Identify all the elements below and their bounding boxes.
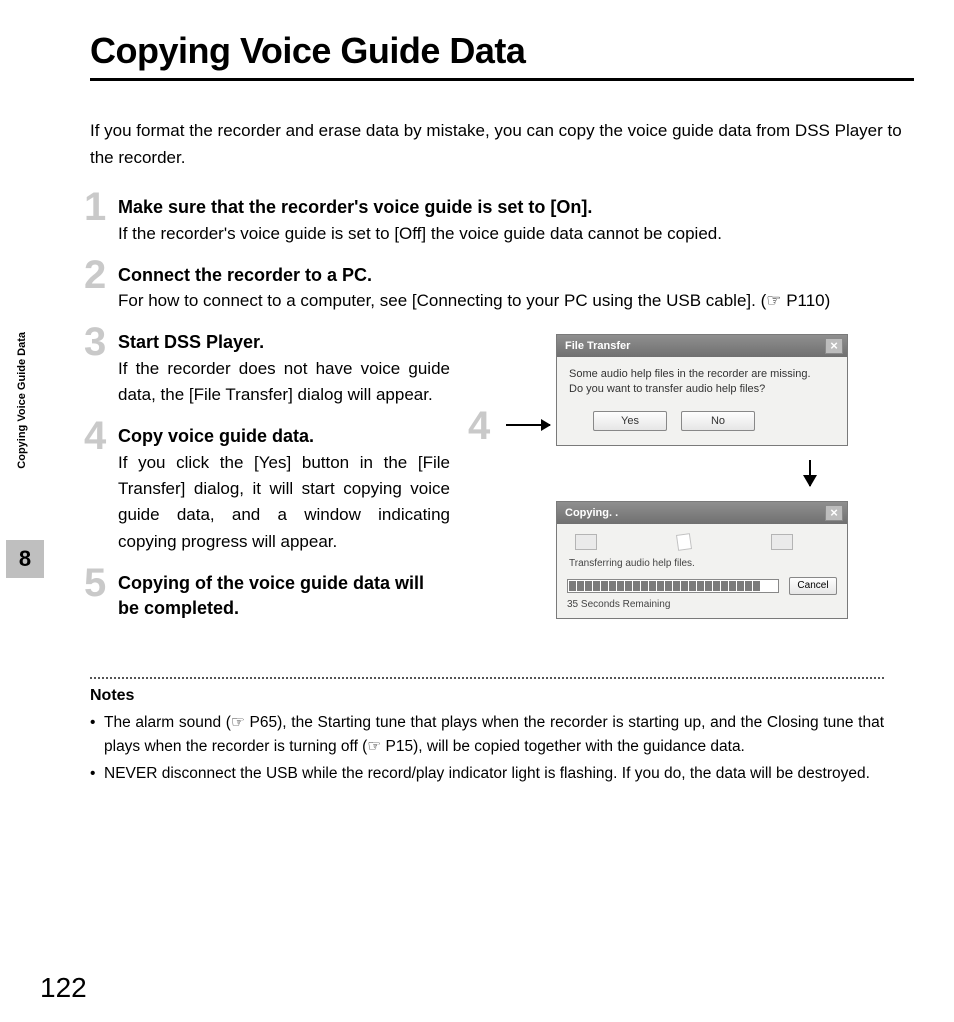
step-4: 4 Copy voice guide data. If you click th… xyxy=(90,424,450,555)
step-2: 2 Connect the recorder to a PC. For how … xyxy=(90,263,914,315)
step-title: Connect the recorder to a PC. xyxy=(118,263,914,288)
step-number: 5 xyxy=(84,563,106,603)
progress-bar xyxy=(567,579,779,593)
step-3: 3 Start DSS Player. If the recorder does… xyxy=(90,330,450,408)
step-number: 3 xyxy=(84,322,106,362)
step-title: Copy voice guide data. xyxy=(118,424,450,449)
side-label: Copying Voice Guide Data xyxy=(16,332,28,469)
time-remaining-text: 35 Seconds Remaining xyxy=(567,599,837,610)
dialog-message-line: Do you want to transfer audio help files… xyxy=(569,382,835,397)
arrow-down-icon xyxy=(706,460,914,491)
step-title: Start DSS Player. xyxy=(118,330,450,355)
step-1: 1 Make sure that the recorder's voice gu… xyxy=(90,195,914,247)
step-body: If the recorder does not have voice guid… xyxy=(118,356,450,409)
folder-icon xyxy=(575,534,597,550)
arrow-right-icon xyxy=(506,424,550,426)
intro-text: If you format the recorder and erase dat… xyxy=(90,117,914,171)
chapter-tab: 8 xyxy=(6,540,44,578)
cancel-button[interactable]: Cancel xyxy=(789,577,837,595)
step-body: If the recorder's voice guide is set to … xyxy=(118,221,914,247)
copy-status-text: Transferring audio help files. xyxy=(569,558,837,569)
step-body: For how to connect to a computer, see [C… xyxy=(118,288,914,314)
note-item: The alarm sound (☞ P65), the Starting tu… xyxy=(90,711,884,758)
note-item: NEVER disconnect the USB while the recor… xyxy=(90,762,884,785)
folder-icon xyxy=(771,534,793,550)
step-number: 1 xyxy=(84,187,106,227)
close-icon[interactable]: × xyxy=(825,338,843,354)
step-body: If you click the [Yes] button in the [Fi… xyxy=(118,450,450,555)
copying-dialog: Copying. . × Transferring audio help fil… xyxy=(556,501,848,619)
file-transfer-dialog: File Transfer × Some audio help files in… xyxy=(556,334,848,446)
step-number: 2 xyxy=(84,255,106,295)
step-title: Make sure that the recorder's voice guid… xyxy=(118,195,914,220)
dialog-title: Copying. . xyxy=(565,507,618,519)
separator xyxy=(90,677,884,679)
step-title: Copying of the voice guide data will be … xyxy=(118,571,450,621)
page-title: Copying Voice Guide Data xyxy=(90,30,914,81)
page-number: 122 xyxy=(40,972,87,1004)
no-button[interactable]: No xyxy=(681,411,755,431)
figure-step-marker: 4 xyxy=(468,404,490,449)
yes-button[interactable]: Yes xyxy=(593,411,667,431)
dialog-message-line: Some audio help files in the recorder ar… xyxy=(569,367,835,382)
dialog-title: File Transfer xyxy=(565,340,630,352)
close-icon[interactable]: × xyxy=(825,505,843,521)
notes-heading: Notes xyxy=(90,687,884,705)
document-icon xyxy=(676,533,692,551)
step-number: 4 xyxy=(84,416,106,456)
step-5: 5 Copying of the voice guide data will b… xyxy=(90,571,450,621)
